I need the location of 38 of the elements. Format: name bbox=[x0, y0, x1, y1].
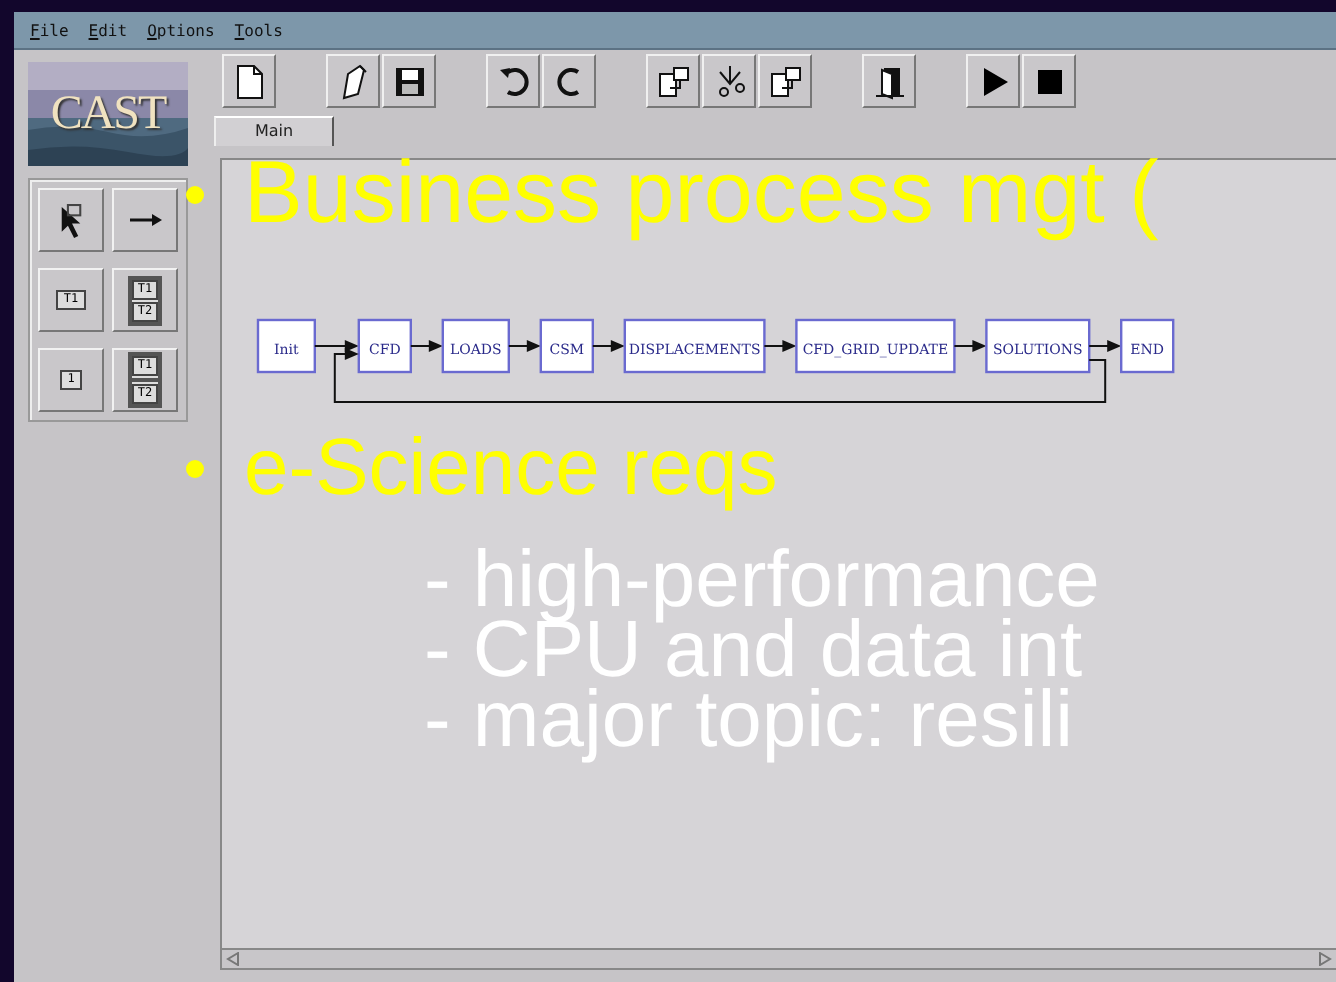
toolbar-button[interactable] bbox=[966, 54, 1020, 108]
paste-icon bbox=[767, 63, 803, 99]
copy-icon bbox=[655, 63, 691, 99]
palette-button[interactable] bbox=[38, 188, 104, 252]
undo-icon bbox=[495, 63, 531, 99]
toolbar-button[interactable] bbox=[862, 54, 916, 108]
toolbar-button[interactable] bbox=[646, 54, 700, 108]
slide-text: e-Science reqs bbox=[244, 424, 778, 512]
toolbar-button[interactable] bbox=[542, 54, 596, 108]
connector-arrow bbox=[763, 340, 797, 352]
palette-button[interactable] bbox=[112, 188, 178, 252]
tab[interactable]: Main bbox=[214, 116, 334, 146]
document-icon bbox=[231, 63, 267, 99]
toolbar-button[interactable] bbox=[702, 54, 756, 108]
toolbar-button[interactable] bbox=[222, 54, 276, 108]
toolbar-button[interactable] bbox=[326, 54, 380, 108]
toolbar-button[interactable] bbox=[1022, 54, 1076, 108]
menu-item[interactable]: Options bbox=[147, 21, 215, 39]
connector-arrow bbox=[507, 340, 541, 352]
toolbar-button[interactable] bbox=[382, 54, 436, 108]
door-icon bbox=[871, 63, 907, 99]
connector-arrow bbox=[409, 340, 443, 352]
connector-arrow bbox=[591, 340, 625, 352]
scroll-right-icon bbox=[1318, 952, 1332, 966]
pointer-icon bbox=[60, 203, 82, 237]
arrow-icon bbox=[127, 212, 163, 228]
menu-item[interactable]: File bbox=[30, 21, 69, 39]
toolbar-button[interactable] bbox=[758, 54, 812, 108]
floppy-icon bbox=[391, 63, 427, 99]
menu-item[interactable]: Edit bbox=[88, 21, 128, 39]
horizontal-scrollbar[interactable] bbox=[222, 948, 1336, 968]
scroll-left-icon bbox=[226, 952, 240, 966]
menu-item[interactable]: Tools bbox=[234, 21, 283, 39]
slide-text: Business process mgt ( bbox=[244, 144, 1159, 244]
connector-arrow bbox=[1088, 340, 1122, 352]
connector-arrow bbox=[313, 340, 359, 352]
connector-arrow bbox=[953, 340, 987, 352]
toolbar-button[interactable] bbox=[486, 54, 540, 108]
